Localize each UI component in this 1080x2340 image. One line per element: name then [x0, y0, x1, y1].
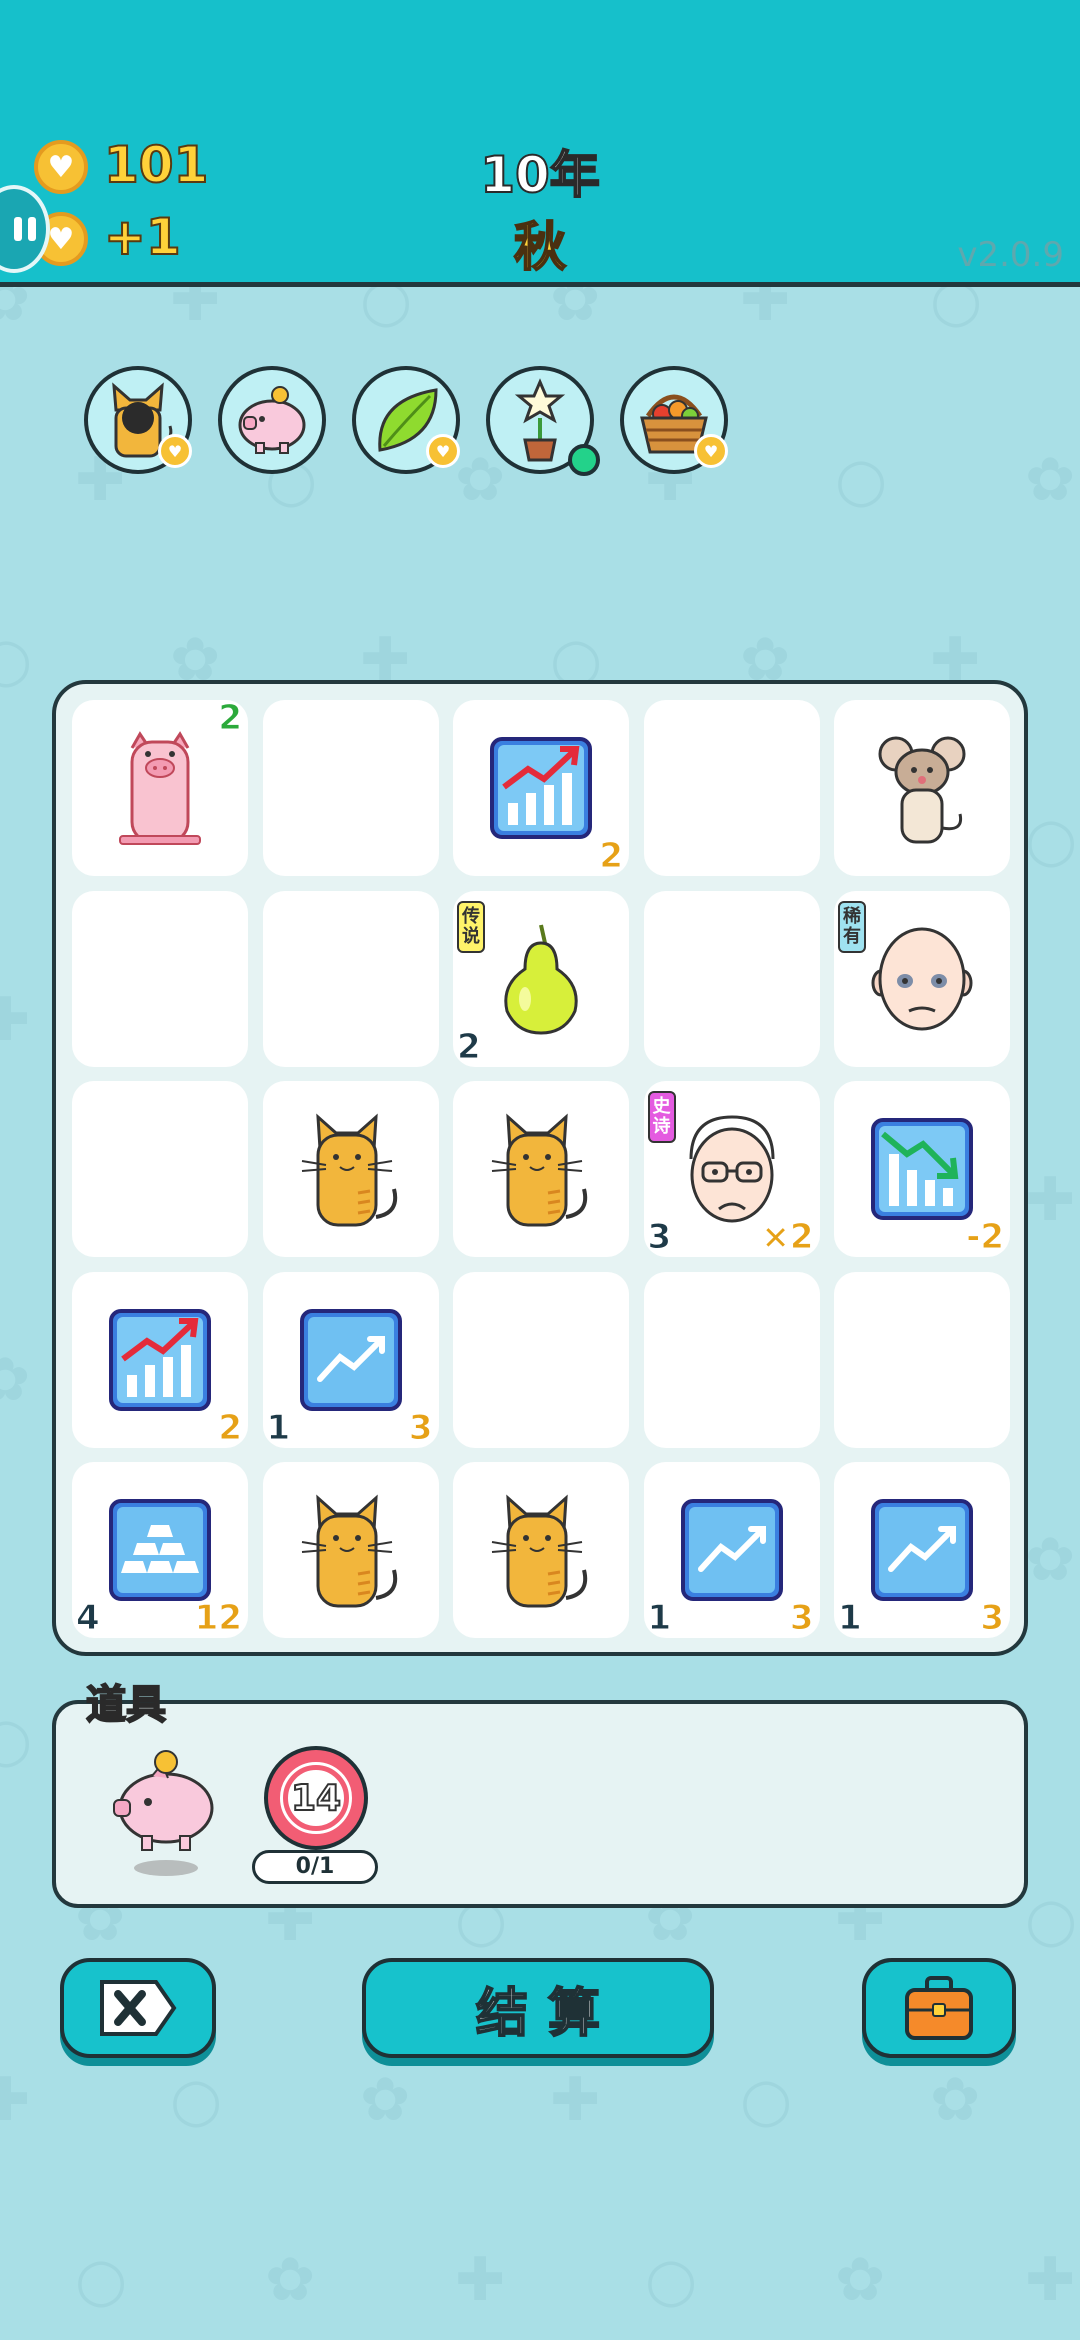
relic-potted-flower[interactable] — [486, 366, 600, 476]
slot-value-br: 2 — [599, 836, 624, 877]
empty-slot[interactable] — [72, 890, 248, 1067]
slot-value-br: 12 — [194, 1598, 242, 1639]
coin-badge-icon: ♥ — [426, 434, 460, 468]
settle-button[interactable]: 结算 — [362, 1958, 714, 2058]
empty-slot[interactable] — [262, 890, 439, 1067]
slot-stock-up-chart[interactable]: 2 — [453, 700, 629, 876]
rarity-tag: 稀有 — [838, 900, 866, 953]
slot-value-bl: 2 — [457, 1026, 482, 1067]
slot-trend-card[interactable]: 13 — [834, 1462, 1010, 1638]
slot-value-br: ×2 — [761, 1217, 814, 1258]
top-bar: ♥ 101 ♥ +1 10年 秋 v2.0.9 — [0, 0, 1080, 287]
slot-board: 2 2 传说 2 稀有 史诗 3 ×2 -2 2 1 3 4 12 1 3 1 3 — [52, 680, 1028, 1656]
rarity-tag: 史诗 — [647, 1091, 676, 1143]
slot-trend-card[interactable]: 13 — [643, 1462, 820, 1639]
remove-symbol-button[interactable] — [60, 1958, 216, 2058]
year-label: 10年 — [479, 145, 601, 205]
slot-stock-up-chart[interactable]: 2 — [72, 1271, 248, 1448]
slot-value-br: 3 — [408, 1407, 433, 1448]
empty-slot[interactable] — [643, 890, 820, 1067]
briefcase-icon — [905, 1976, 973, 2040]
empty-slot[interactable] — [72, 1081, 248, 1257]
slot-bald-man[interactable]: 稀有 — [834, 890, 1010, 1067]
slot-pear[interactable]: 传说 2 — [453, 890, 629, 1067]
slot-value-br: 3 — [789, 1598, 814, 1639]
items-label: 道具 — [85, 1681, 167, 1729]
slot-old-man[interactable]: 史诗 3 ×2 — [643, 1081, 820, 1258]
rarity-tag: 传说 — [457, 900, 485, 953]
slot-cat[interactable] — [262, 1462, 439, 1638]
slot-pig[interactable]: 2 — [72, 700, 248, 876]
rings-count: 14 — [280, 1762, 352, 1834]
slot-value-br: 2 — [218, 1407, 243, 1448]
slot-value-tr: 2 — [218, 700, 243, 739]
remove-tag-icon — [100, 1980, 177, 2036]
season-label: 秋 — [513, 217, 567, 279]
coin-badge-icon: ♥ — [158, 434, 192, 468]
slot-trend-card[interactable]: 13 — [262, 1271, 439, 1448]
slot-gold-bars[interactable]: 4 12 — [72, 1462, 248, 1638]
inventory-button[interactable] — [862, 1958, 1016, 2058]
relic-piggy-bank[interactable] — [218, 366, 326, 474]
new-indicator-dot — [568, 444, 600, 476]
piggy-bank-icon — [238, 386, 306, 454]
empty-slot[interactable] — [453, 1271, 629, 1448]
empty-slot[interactable] — [643, 1271, 820, 1448]
slot-value-bl: 3 — [647, 1217, 672, 1258]
potted-flower-icon — [514, 378, 566, 462]
piggy-bank-item[interactable] — [108, 1748, 224, 1878]
empty-slot[interactable] — [834, 1271, 1010, 1448]
version-label: v2.0.9 — [957, 235, 1064, 275]
slot-stock-down-chart[interactable]: -2 — [834, 1081, 1010, 1257]
coin-badge-icon: ♥ — [694, 434, 728, 468]
empty-slot[interactable] — [262, 700, 439, 876]
slot-value-bl: 1 — [266, 1407, 291, 1448]
slot-value-bl: 1 — [647, 1598, 672, 1639]
slot-cat[interactable] — [262, 1081, 439, 1257]
rings-item[interactable]: 14 — [264, 1746, 368, 1850]
item-progress: 0/1 — [252, 1850, 378, 1884]
cat-icon — [453, 1462, 629, 1638]
settle-button-label: 结算 — [475, 1983, 620, 2045]
slot-value-br: 3 — [980, 1598, 1005, 1639]
cat-icon — [263, 1462, 439, 1638]
relic-fruit-basket[interactable]: ♥ — [620, 366, 728, 474]
rat-icon — [834, 700, 1010, 876]
cat-icon — [263, 1081, 439, 1257]
empty-slot[interactable] — [643, 700, 820, 876]
slot-value-br: -2 — [966, 1217, 1005, 1258]
piggy-bank-icon — [113, 1750, 214, 1876]
cat-icon — [453, 1081, 629, 1257]
slot-rat[interactable] — [834, 700, 1010, 876]
relic-cat-burglar[interactable]: ♥ — [84, 366, 192, 474]
relic-leaf[interactable]: ♥ — [352, 366, 460, 474]
slot-cat[interactable] — [453, 1462, 629, 1638]
slot-value-bl: 1 — [838, 1598, 863, 1639]
slot-cat[interactable] — [453, 1081, 629, 1257]
slot-value-bl: 4 — [76, 1598, 101, 1639]
